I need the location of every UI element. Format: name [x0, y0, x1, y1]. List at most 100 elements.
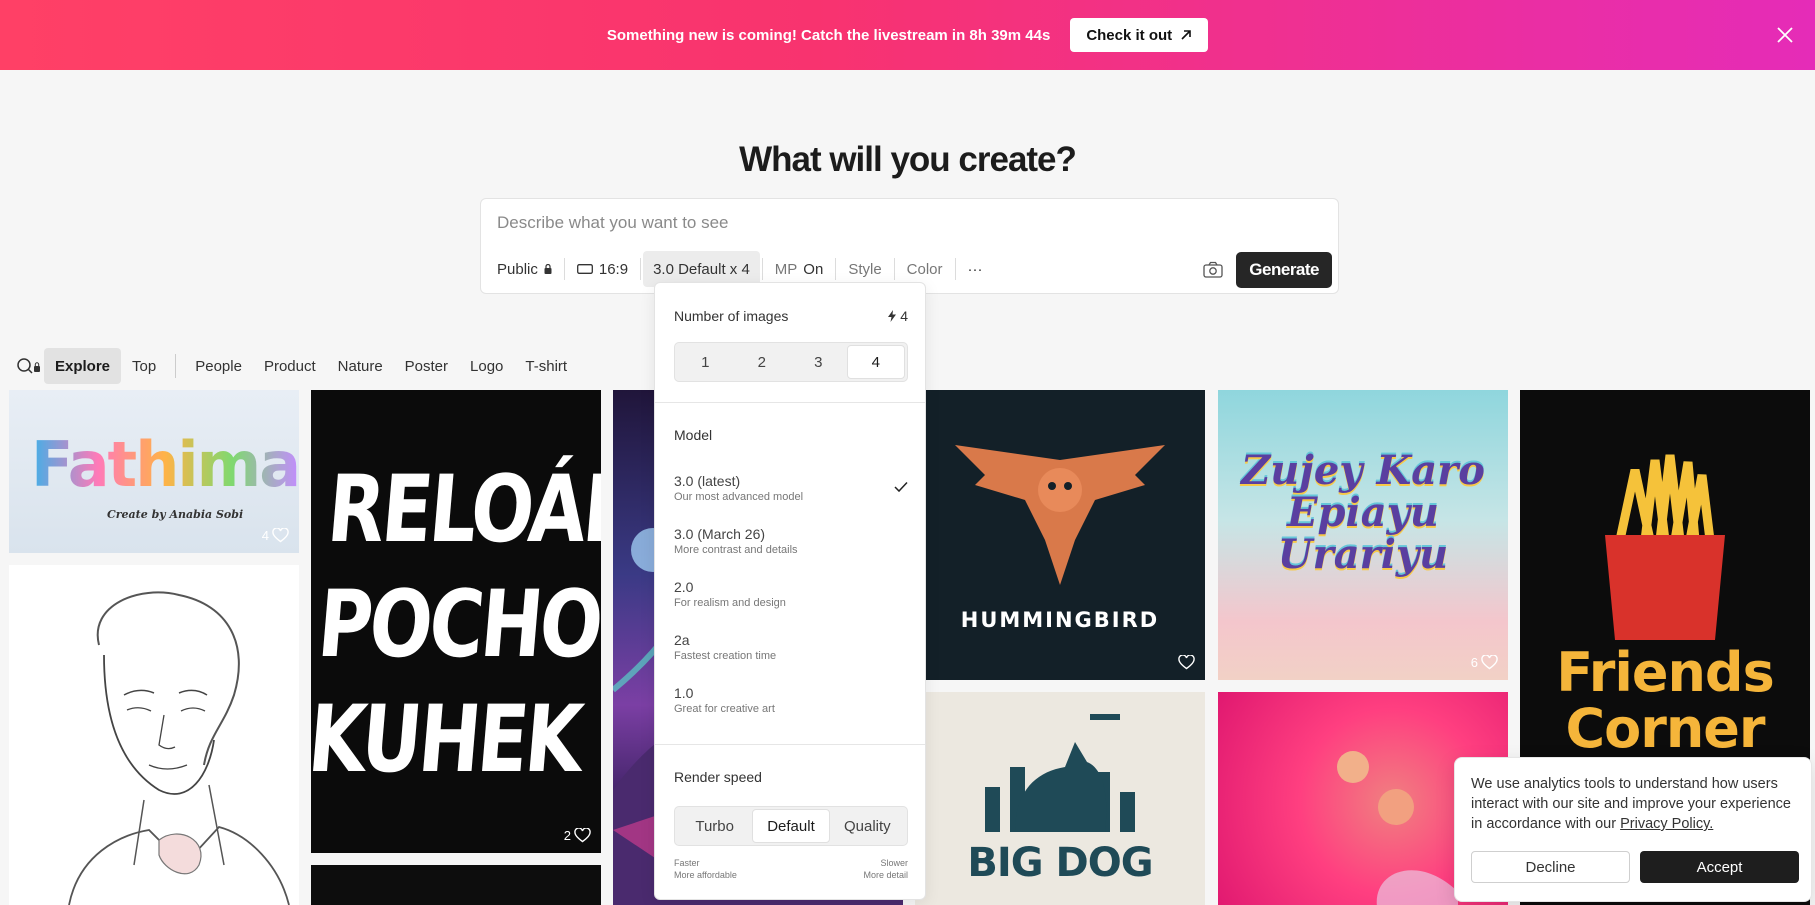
model-label: Model [674, 427, 713, 443]
prompt-box: Public 16:9 3.0 Default x 4 MP On Style … [480, 198, 1339, 294]
divider [655, 744, 925, 745]
credit-cost: 4 [888, 308, 908, 324]
dog-logo [985, 714, 1135, 832]
like-button[interactable]: 6 [1471, 655, 1498, 670]
filter-divider [175, 354, 177, 378]
toolbar-divider [761, 258, 763, 280]
speed-note-right: Slower More detail [863, 857, 908, 881]
like-count: 6 [1470, 655, 1478, 670]
model-desc: Fastest creation time [674, 650, 777, 662]
filter-tshirt[interactable]: T-shirt [514, 348, 578, 384]
toolbar-divider [835, 258, 837, 280]
filter-top[interactable]: Top [121, 348, 167, 384]
render-speed-label: Render speed [674, 769, 762, 785]
generate-button[interactable]: Generate [1236, 252, 1332, 288]
image-signature: Create by Anabia Sobi [107, 508, 244, 521]
gallery-image[interactable]: RELOÁP POCHO- KUHEK 2 [311, 390, 601, 853]
image-text: BIG DOG [967, 840, 1153, 886]
arrow-up-right-icon [1181, 30, 1191, 40]
model-option-3-0-march[interactable]: 3.0 (March 26) More contrast and details [674, 526, 908, 556]
portrait-sketch [68, 591, 290, 905]
heart-icon [1481, 655, 1498, 670]
speed-option-default[interactable]: Default [752, 809, 830, 843]
like-button[interactable] [1178, 655, 1195, 670]
filter-poster[interactable]: Poster [394, 348, 459, 384]
count-option-3[interactable]: 3 [790, 345, 847, 379]
page-title: What will you create? [739, 140, 1077, 179]
style-label: Style [848, 260, 882, 278]
filter-nature[interactable]: Nature [327, 348, 394, 384]
model-desc: More contrast and details [674, 544, 798, 556]
visibility-toggle[interactable]: Public [487, 251, 562, 287]
more-options-button[interactable]: ··· [958, 251, 993, 287]
gallery-image[interactable]: HUMMINGBIRD [915, 390, 1205, 680]
count-option-2[interactable]: 2 [734, 345, 791, 379]
like-button[interactable]: 2 [564, 828, 591, 843]
image-text: Zujey Karo Epiayu Urariyu [1241, 447, 1485, 578]
lightning-icon [888, 310, 897, 322]
image-text: RELOÁP POCHO- KUHEK [311, 455, 601, 794]
speed-note-faster: Faster [674, 858, 700, 868]
speed-option-quality[interactable]: Quality [830, 809, 905, 843]
hummingbird-logo [955, 445, 1165, 585]
color-label: Color [906, 260, 943, 278]
count-option-4[interactable]: 4 [846, 345, 905, 379]
filter-explore[interactable]: Explore [44, 348, 122, 384]
image-text: Fathima [31, 428, 299, 501]
divider [655, 402, 925, 403]
gallery-image[interactable]: BIG DOG [915, 692, 1205, 905]
speed-note-slower: Slower [880, 858, 908, 868]
category-filters: Explore Top People Product Nature Poster… [14, 348, 578, 384]
model-desc: Great for creative art [674, 703, 775, 715]
toolbar-divider [640, 258, 642, 280]
speed-note-left: Faster More affordable [674, 857, 737, 881]
model-option-3-0-latest[interactable]: 3.0 (latest) Our most advanced model [674, 473, 908, 503]
speed-option-turbo[interactable]: Turbo [677, 809, 752, 843]
visibility-label: Public [497, 260, 538, 278]
like-count: 4 [261, 528, 269, 543]
model-name: 1.0 [674, 685, 694, 701]
gallery-image[interactable]: Zujey Karo Epiayu Urariyu 6 [1218, 390, 1508, 680]
speed-note-affordable: More affordable [674, 870, 737, 880]
num-images-header: Number of images 4 [674, 308, 908, 324]
privacy-policy-link[interactable]: Privacy Policy. [1620, 816, 1713, 832]
camera-icon[interactable] [1203, 261, 1223, 279]
toolbar-divider [893, 258, 895, 280]
gallery-image[interactable] [311, 865, 601, 905]
model-name: 3.0 (latest) [674, 473, 741, 489]
image-text: Friends Corner [1556, 641, 1774, 760]
model-option-2a[interactable]: 2a Fastest creation time [674, 632, 908, 662]
decline-button[interactable]: Decline [1471, 851, 1630, 883]
render-speed-selector: Turbo Default Quality [674, 806, 908, 846]
like-count: 2 [563, 828, 571, 843]
model-name: 3.0 (March 26) [674, 526, 766, 542]
gallery-image[interactable] [9, 565, 299, 905]
magic-prompt-label: MP [774, 260, 798, 278]
search-lock-icon [17, 358, 40, 374]
check-it-out-button[interactable]: Check it out [1070, 18, 1209, 52]
aspect-ratio-icon [576, 264, 593, 274]
credit-cost-value: 4 [900, 308, 908, 324]
filter-people[interactable]: People [184, 348, 253, 384]
more-options-icon: ··· [967, 260, 983, 278]
filter-logo[interactable]: Logo [459, 348, 514, 384]
model-selector-label: 3.0 Default x 4 [653, 260, 750, 278]
accept-button[interactable]: Accept [1640, 851, 1799, 883]
like-button[interactable]: 4 [262, 528, 289, 543]
model-option-2-0[interactable]: 2.0 For realism and design [674, 579, 908, 609]
cookie-consent: We use analytics tools to understand how… [1454, 757, 1812, 902]
prompt-input[interactable] [497, 213, 1097, 233]
close-icon[interactable] [1773, 23, 1797, 47]
banner-text: Something new is coming! Catch the lives… [606, 26, 1051, 44]
filter-product[interactable]: Product [253, 348, 327, 384]
aspect-ratio-selector[interactable]: 16:9 [567, 251, 638, 287]
filter-search-button[interactable] [14, 351, 44, 381]
model-name: 2a [674, 632, 690, 648]
model-name: 2.0 [674, 579, 694, 595]
heart-icon [574, 828, 591, 843]
speed-note-detail: More detail [863, 870, 908, 880]
gallery-image[interactable]: Fathima Create by Anabia Sobi 4 [9, 390, 299, 553]
count-option-1[interactable]: 1 [677, 345, 734, 379]
announcement-banner: Something new is coming! Catch the lives… [0, 0, 1815, 70]
model-option-1-0[interactable]: 1.0 Great for creative art [674, 685, 908, 715]
